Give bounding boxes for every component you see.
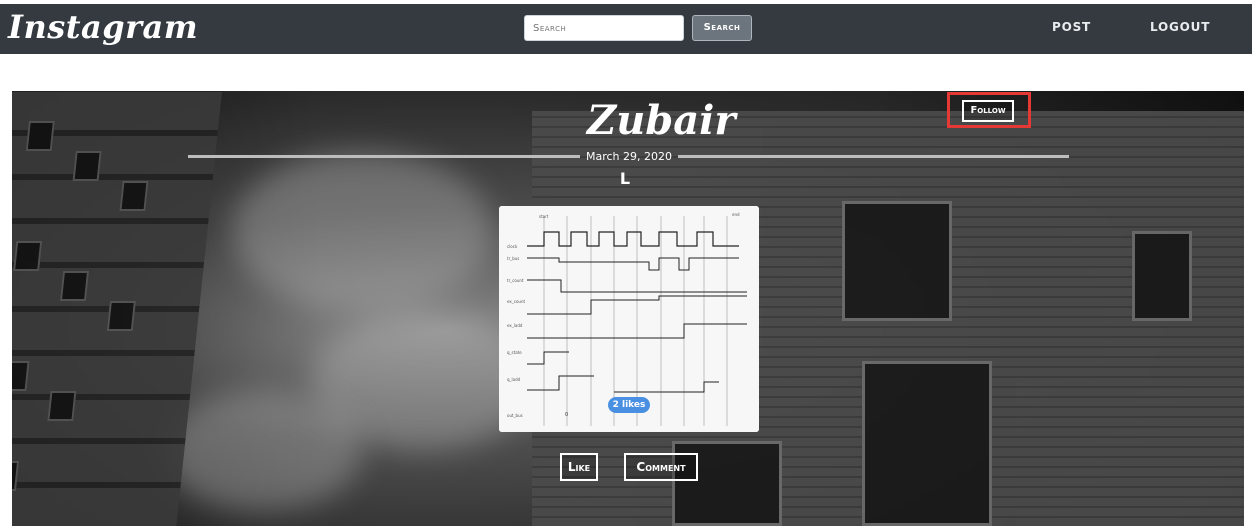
cloud-shape xyxy=(232,151,492,311)
nav-link-logout[interactable]: LOGOUT xyxy=(1150,20,1210,34)
likes-count-badge[interactable]: 2 likes xyxy=(608,397,650,413)
comment-button[interactable]: Comment xyxy=(624,453,698,481)
post-username[interactable]: Zubair xyxy=(587,97,735,144)
svg-text:start: start xyxy=(539,214,549,219)
nav-link-post[interactable]: POST xyxy=(1052,20,1091,34)
brand-logo[interactable]: Instagram xyxy=(8,8,198,46)
post-date: March 29, 2020 xyxy=(585,150,672,163)
svg-text:0: 0 xyxy=(565,412,568,418)
navbar: Instagram Search POST LOGOUT xyxy=(0,4,1252,54)
post-hero: Zubair Follow March 29, 2020 L clock tr_… xyxy=(12,91,1244,526)
svg-text:tr_count: tr_count xyxy=(507,278,524,283)
svg-text:ex_ladd: ex_ladd xyxy=(507,323,523,328)
divider-right xyxy=(678,155,1069,158)
like-button[interactable]: Like xyxy=(560,453,598,481)
search-button[interactable]: Search xyxy=(692,15,752,41)
post-caption: L xyxy=(619,169,631,188)
cloud-shape xyxy=(162,391,362,511)
svg-text:out_bus: out_bus xyxy=(507,413,523,418)
svg-text:tr_bus: tr_bus xyxy=(507,256,519,261)
svg-text:q_ladd: q_ladd xyxy=(507,377,521,382)
post-image-card[interactable]: clock tr_bus tr_count ex_count ex_ladd q… xyxy=(499,206,759,432)
svg-text:ex_count: ex_count xyxy=(507,299,525,304)
svg-text:end: end xyxy=(732,212,740,217)
divider-left xyxy=(188,155,580,158)
svg-text:clock: clock xyxy=(507,244,518,249)
search-input[interactable] xyxy=(524,15,684,41)
svg-text:q_state: q_state xyxy=(507,350,522,355)
follow-button[interactable]: Follow xyxy=(962,100,1014,122)
